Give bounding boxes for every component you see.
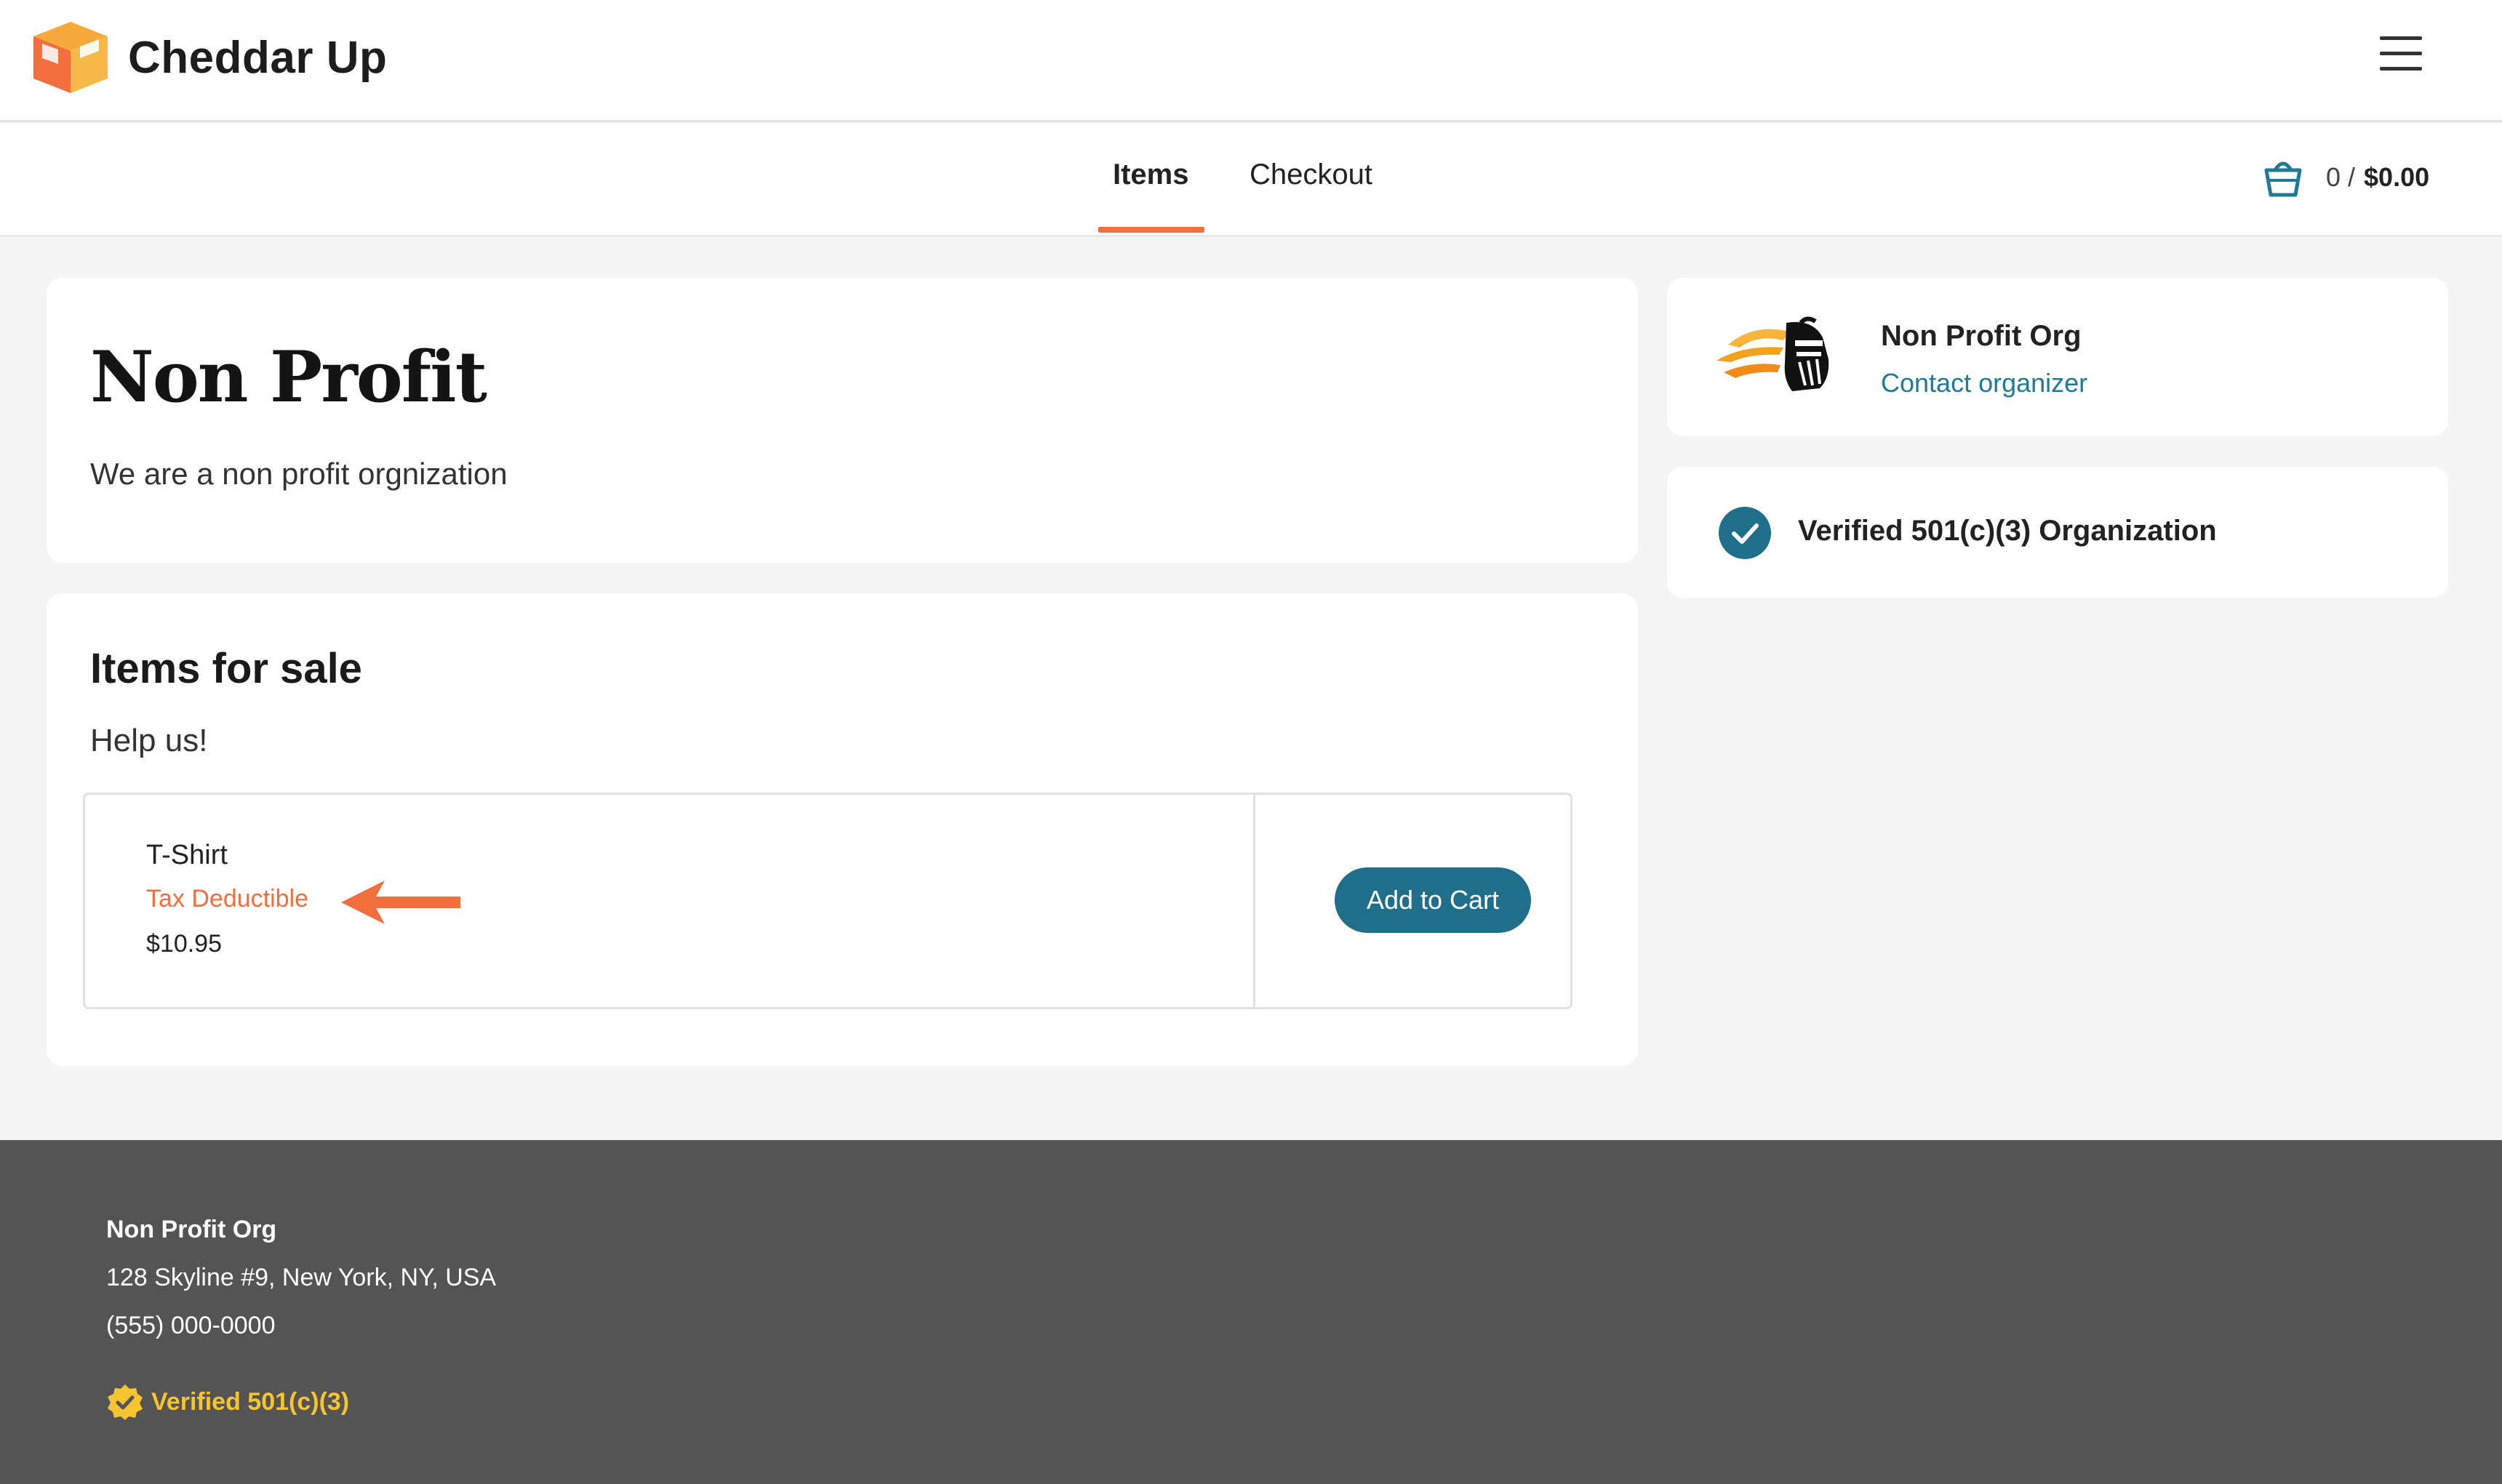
verified-badge-icon [108, 1384, 143, 1420]
cheddar-box-logo-icon [33, 22, 108, 93]
basket-icon [2264, 161, 2302, 197]
footer: Non Profit Org 128 Skyline #9, New York,… [0, 1140, 2502, 1484]
arrow-left-icon [341, 881, 460, 924]
tax-deductible-tag: Tax Deductible [146, 885, 309, 913]
collection-header-card: Non Profit We are a non profit orgnizati… [47, 278, 1638, 563]
footer-org-name: Non Profit Org [106, 1216, 277, 1243]
verification-card: Verified 501(c)(3) Organization [1667, 467, 2448, 598]
tab-items[interactable]: Items [1113, 159, 1189, 191]
item-name: T-Shirt [146, 840, 228, 870]
top-header: Cheddar Up [0, 0, 2502, 122]
brand-logo[interactable]: Cheddar Up [29, 19, 387, 96]
item-price: $10.95 [146, 930, 222, 958]
hamburger-menu-icon[interactable] [2380, 36, 2422, 71]
contact-organizer-link[interactable]: Contact organizer [1881, 368, 2087, 398]
page-description: We are a non profit orgnization [90, 457, 508, 491]
section-nav: Items Checkout 0 / $0.00 [0, 124, 2502, 237]
brand-name: Cheddar Up [128, 32, 388, 83]
items-card: Items for sale Help us! T-Shirt Tax Dedu… [47, 593, 1638, 1066]
items-section-subtitle: Help us! [90, 723, 208, 758]
item-divider [1253, 795, 1255, 1007]
page-title: Non Profit [90, 336, 487, 418]
knight-helmet-logo-icon [1716, 316, 1829, 391]
cart-total: $0.00 [2364, 162, 2430, 192]
items-section-title: Items for sale [90, 645, 362, 692]
footer-phone: (555) 000-0000 [106, 1312, 276, 1339]
list-item: T-Shirt Tax Deductible $10.95 Add to Car… [83, 793, 1572, 1009]
footer-verified-badge: Verified 501(c)(3) [106, 1383, 349, 1421]
footer-address: 128 Skyline #9, New York, NY, USA [106, 1264, 497, 1291]
check-circle-icon [1719, 507, 1771, 559]
organizer-card: Non Profit Org Contact organizer [1667, 278, 2448, 436]
add-to-cart-button[interactable]: Add to Cart [1335, 867, 1531, 933]
cart-summary[interactable]: 0 / $0.00 [2261, 156, 2429, 199]
active-tab-indicator [1098, 227, 1204, 233]
tab-checkout[interactable]: Checkout [1250, 159, 1372, 191]
cart-count: 0 / [2326, 162, 2356, 192]
footer-badge-label: Verified 501(c)(3) [151, 1387, 350, 1416]
organizer-name: Non Profit Org [1881, 320, 2082, 352]
verified-label: Verified 501(c)(3) Organization [1798, 515, 2217, 547]
